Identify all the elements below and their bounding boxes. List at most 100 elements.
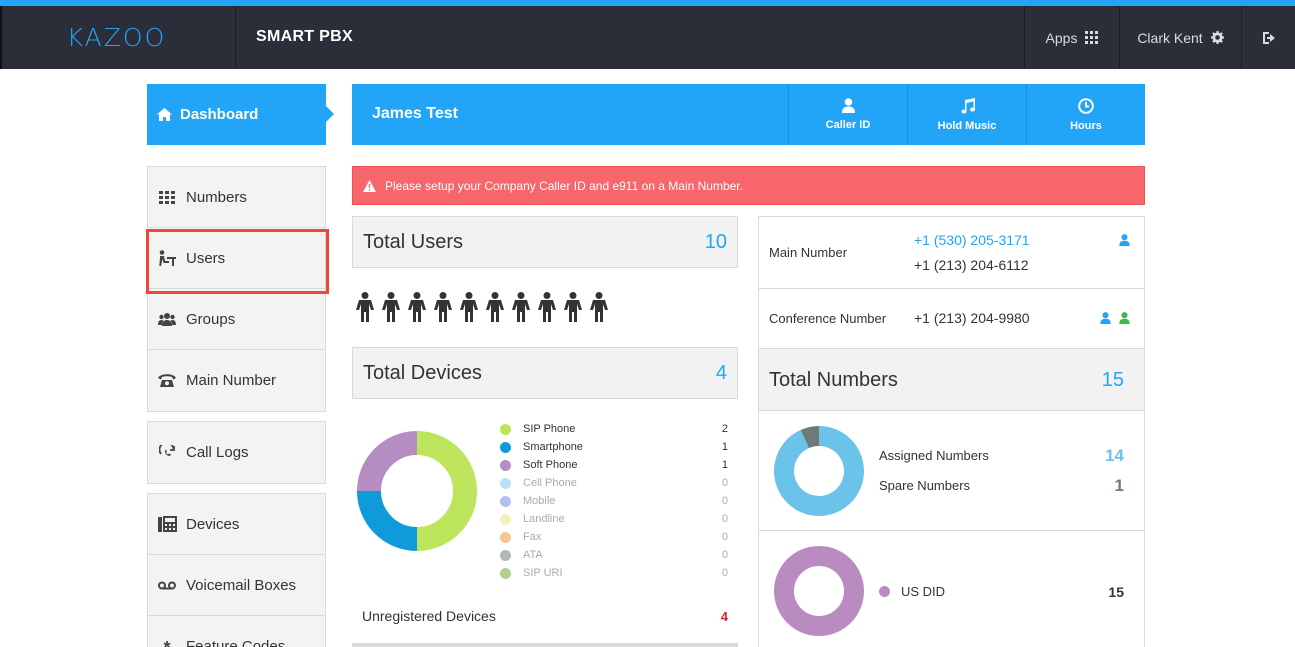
legend-label: Mobile: [523, 495, 556, 507]
caller-id-button[interactable]: Caller ID: [788, 84, 907, 145]
sidebar-item-label: Feature Codes: [186, 638, 286, 647]
legend-color-dot: [500, 513, 511, 525]
account-name: James Test: [372, 105, 458, 122]
assigned-numbers-donut-chart: [774, 426, 864, 516]
legend-value: 0: [721, 531, 728, 543]
sidebar-item-label: Numbers: [186, 188, 247, 206]
user-figure-icon: [512, 292, 530, 322]
legend-color-dot: [500, 441, 511, 453]
user-figure-icon: [356, 292, 374, 322]
legend-value: 1: [721, 459, 728, 471]
users-group-icon: [157, 312, 177, 326]
legend-item: SIP URI 0: [500, 564, 728, 582]
user-figure-icon: [486, 292, 504, 322]
legend-value: 0: [721, 567, 728, 579]
total-devices-header[interactable]: Total Devices 4: [352, 347, 738, 399]
legend-value: 0: [721, 495, 728, 507]
user-menu-button[interactable]: Clark Kent: [1119, 6, 1241, 69]
total-numbers-title: Total Numbers: [769, 369, 898, 391]
home-icon: [157, 108, 172, 121]
logout-button[interactable]: [1241, 6, 1295, 69]
legend-item: Smartphone 1: [500, 438, 728, 456]
legend-item: Fax 0: [500, 528, 728, 546]
hours-button[interactable]: Hours: [1026, 84, 1145, 145]
main-number-secondary: +1 (213) 204-6112: [914, 257, 1029, 273]
device-slice-sip-phone: [416, 431, 477, 551]
sidebar-item-dashboard[interactable]: Dashboard: [147, 84, 334, 145]
sidebar-item-feature-codes[interactable]: * Feature Codes: [148, 616, 325, 647]
user-icon[interactable]: [1119, 312, 1130, 324]
device-slice-soft-phone: [357, 431, 418, 492]
assigned-numbers-value: 14: [1105, 446, 1124, 465]
legend-label: Fax: [523, 531, 542, 543]
devices-donut-chart: [357, 431, 477, 551]
total-users-header[interactable]: Total Users 10: [352, 216, 738, 268]
sidebar-item-numbers[interactable]: Numbers: [148, 167, 325, 228]
clock-icon: [1078, 97, 1094, 114]
user-figure-icon: [460, 292, 478, 322]
legend-item: SIP Phone 2: [500, 420, 728, 438]
legend-color-dot: [500, 423, 511, 435]
hold-music-button[interactable]: Hold Music: [907, 84, 1026, 145]
sidebar-item-label: Groups: [186, 310, 236, 328]
sidebar-item-main-number[interactable]: Main Number: [148, 350, 325, 411]
legend-item: Cell Phone 0: [500, 474, 728, 492]
user-icon[interactable]: [1100, 312, 1111, 324]
legend-value: 1: [721, 441, 728, 453]
conference-number-row: Conference Number +1 (213) 204-9980: [759, 289, 1144, 349]
total-numbers-header[interactable]: Total Numbers 15: [759, 349, 1144, 411]
conference-number-value: +1 (213) 204-9980: [914, 310, 1030, 326]
spare-numbers-slice: [800, 426, 820, 449]
logout-icon: [1263, 31, 1275, 44]
sidebar-group-logs: Call Logs: [147, 421, 326, 484]
user-icon[interactable]: [1119, 234, 1130, 246]
user-figure-icon: [538, 292, 556, 322]
legend-item: Mobile 0: [500, 492, 728, 510]
user-figure-icon: [408, 292, 426, 322]
sidebar-item-label: Dashboard: [180, 106, 259, 123]
logo-area[interactable]: KAZOO: [2, 6, 236, 69]
user-figure-icon: [382, 292, 400, 322]
main-number-primary-link[interactable]: +1 (530) 205-3171: [914, 232, 1030, 248]
users-highlight-box: [146, 229, 329, 294]
sidebar-item-groups[interactable]: Groups: [148, 289, 325, 350]
user-figure-icon: [590, 292, 608, 322]
sidebar-item-voicemail-boxes[interactable]: Voicemail Boxes: [148, 555, 325, 616]
sidebar-item-call-logs[interactable]: Call Logs: [148, 422, 325, 483]
hours-label: Hours: [1070, 119, 1102, 132]
total-devices-count: 4: [715, 361, 727, 384]
legend-item: ATA 0: [500, 546, 728, 564]
user-name: Clark Kent: [1137, 29, 1203, 46]
numbers-panel: Main Number +1 (530) 205-3171 +1 (213) 2…: [758, 216, 1145, 647]
total-devices-title: Total Devices: [363, 361, 482, 384]
us-did-ring: [774, 546, 864, 636]
assigned-spare-row: Assigned Numbers 14 Spare Numbers 1: [759, 411, 1144, 531]
grid-icon: [157, 190, 177, 204]
kazoo-logo[interactable]: KAZOO: [67, 23, 167, 52]
caller-id-warning-alert: Please setup your Company Caller ID and …: [352, 166, 1145, 205]
alert-text: Please setup your Company Caller ID and …: [385, 178, 743, 193]
apps-label: Apps: [1045, 29, 1078, 46]
sidebar-item-devices[interactable]: Devices: [148, 494, 325, 555]
unregistered-devices-row[interactable]: Unregistered Devices 4: [352, 598, 738, 634]
legend-color-dot: [500, 531, 511, 543]
legend-value: 2: [721, 423, 728, 435]
fax-device-icon: [157, 516, 177, 532]
asterisk-icon: *: [157, 638, 177, 647]
us-did-donut-chart: [774, 546, 864, 636]
us-did-legend-dot: [879, 586, 890, 597]
app-title: SMART PBX: [256, 28, 353, 45]
total-numbers-value: 15: [1101, 369, 1124, 391]
account-header: James Test Caller ID Hold Music Hours: [352, 84, 1145, 145]
top-navbar: KAZOO SMART PBX Apps Clark Kent: [0, 6, 1295, 69]
apps-grid-icon: [1085, 31, 1099, 44]
sidebar-item-label: Main Number: [186, 372, 277, 389]
user-figures: [356, 292, 608, 322]
legend-label: Smartphone: [523, 441, 583, 453]
unregistered-devices-label: Unregistered Devices: [362, 608, 496, 624]
apps-button[interactable]: Apps: [1024, 6, 1119, 69]
device-slice-smartphone: [357, 490, 418, 551]
legend-color-dot: [500, 567, 511, 579]
card-bottom-divider: [352, 643, 738, 647]
legend-label: Landline: [523, 513, 565, 525]
